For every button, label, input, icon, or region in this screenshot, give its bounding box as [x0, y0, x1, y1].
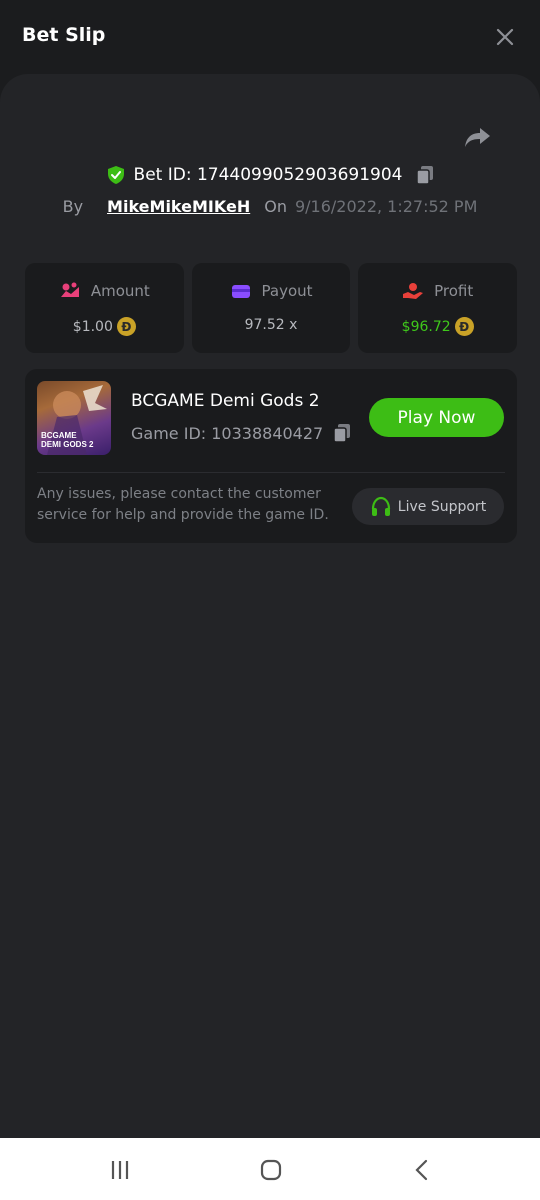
amount-label: Amount [90, 282, 150, 300]
system-nav-bar [0, 1138, 540, 1200]
bet-meta-row: By MikeMikeMIKeH On 9/16/2022, 1:27:52 P… [0, 194, 540, 218]
home-icon[interactable] [259, 1158, 283, 1182]
doge-coin-icon: Đ [454, 317, 474, 336]
profit-card: Profit $96.72 Đ [358, 263, 518, 353]
recent-apps-icon[interactable] [108, 1158, 132, 1182]
amount-icon [60, 282, 79, 297]
profit-value: $96.72 [401, 318, 451, 335]
on-label: On [264, 196, 287, 216]
game-thumbnail[interactable]: BCGAME DEMI GODS 2 [37, 381, 111, 455]
payout-label: Payout [261, 282, 313, 300]
page-title: Bet Slip [22, 24, 106, 46]
by-label: By [62, 196, 84, 216]
profit-label: Profit [434, 282, 474, 300]
share-icon[interactable] [462, 124, 492, 152]
amount-card: Amount $1.00 Đ [25, 263, 184, 353]
thumbnail-caption: BCGAME DEMI GODS 2 [41, 431, 93, 449]
copy-icon[interactable] [416, 165, 434, 185]
amount-value: $1.00 [72, 318, 113, 335]
divider [37, 472, 505, 473]
game-id-row: Game ID: 10338840427 [131, 423, 351, 443]
copy-icon[interactable] [333, 423, 351, 443]
bet-id-row: Bet ID: 1744099052903691904 [0, 162, 540, 188]
game-title[interactable]: BCGAME Demi Gods 2 [131, 391, 320, 411]
bet-id: Bet ID: 1744099052903691904 [133, 165, 403, 185]
game-id: Game ID: 10338840427 [131, 423, 324, 443]
bet-date: 9/16/2022, 1:27:52 PM [294, 196, 478, 216]
profit-icon [403, 283, 424, 299]
game-card: BCGAME DEMI GODS 2 BCGAME Demi Gods 2 Ga… [25, 369, 517, 543]
payout-icon [231, 285, 250, 298]
thumbnail-caption-line-2: DEMI GODS 2 [41, 440, 94, 449]
payout-value: 97.52 x [244, 317, 298, 333]
payout-card: Payout 97.52 x [191, 263, 351, 353]
close-icon[interactable] [494, 26, 516, 48]
headset-icon [371, 496, 390, 516]
live-support-button[interactable]: Live Support [352, 488, 504, 525]
username-link[interactable]: MikeMikeMIKeH [107, 197, 250, 216]
live-support-label: Live Support [397, 498, 487, 515]
header: Bet Slip [0, 0, 540, 74]
bet-slip-sheet: Bet ID: 1744099052903691904 By MikeMikeM… [0, 74, 540, 1138]
bet-stats: Amount $1.00 Đ Payout 97.52 x Profit $96… [25, 263, 518, 353]
issues-text: Any issues, please contact the customer … [37, 486, 329, 523]
shield-check-icon [107, 166, 124, 184]
doge-coin-icon: Đ [116, 317, 136, 336]
play-now-button[interactable]: Play Now [369, 398, 504, 437]
back-icon[interactable] [410, 1158, 434, 1182]
thumbnail-caption-line-1: BCGAME [41, 431, 77, 440]
